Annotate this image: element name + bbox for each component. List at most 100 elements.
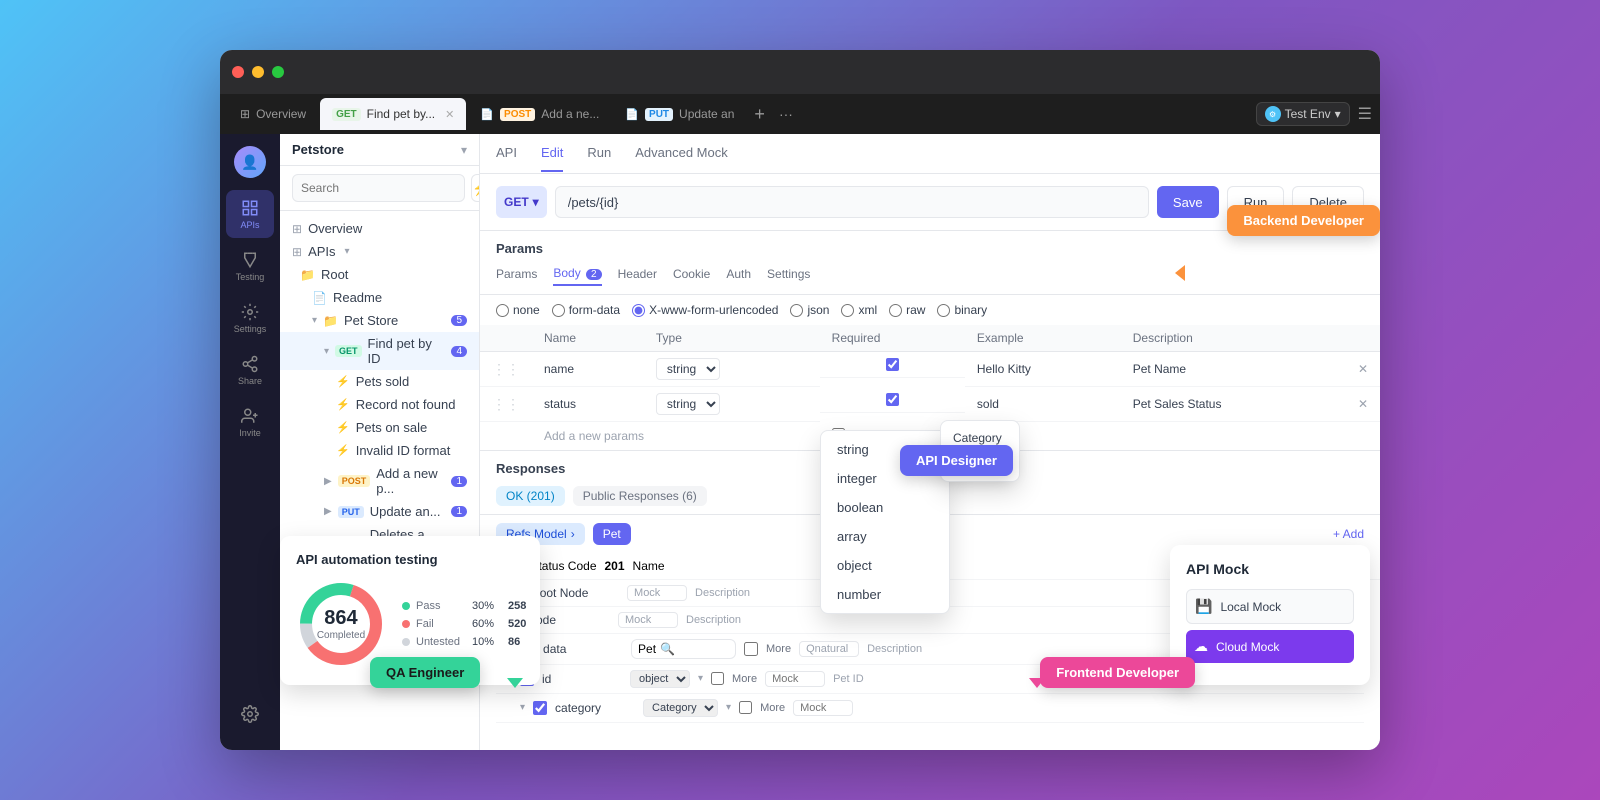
more-cat-checkbox[interactable] [739, 701, 752, 714]
mock-data[interactable] [799, 641, 859, 657]
response-tab-201[interactable]: OK (201) [496, 486, 565, 506]
tab-put-update[interactable]: 📄 PUT Update an [613, 98, 746, 130]
tab-post-label: Add a ne... [541, 107, 599, 121]
tree-item-record-not-found[interactable]: ⚡ Record not found [280, 393, 479, 416]
badge-api-designer: API Designer [900, 445, 1013, 476]
tab-edit[interactable]: Edit [541, 145, 563, 172]
tab-advanced-mock[interactable]: Advanced Mock [635, 145, 728, 172]
row-close-icon[interactable]: ✕ [1358, 362, 1368, 376]
response-icon4: ⚡ [336, 444, 350, 457]
radio-formdata[interactable]: form-data [552, 303, 620, 317]
param-required-name[interactable] [886, 358, 899, 371]
mock-category[interactable] [793, 700, 853, 716]
sidebar-item-apis[interactable]: APIs [226, 190, 274, 238]
more-data-checkbox[interactable] [744, 642, 758, 656]
param-type-status[interactable]: string [656, 393, 720, 415]
tree-item-pets-sold[interactable]: ⚡ Pets sold [280, 370, 479, 393]
response-tab-public[interactable]: Public Responses (6) [573, 486, 707, 506]
radio-xml[interactable]: xml [841, 303, 877, 317]
name-data: data [543, 642, 623, 656]
subtab-header[interactable]: Header [618, 267, 657, 285]
tree-item-overview[interactable]: ⊞ Overview [280, 217, 479, 240]
tab-post-add[interactable]: 📄 POST Add a ne... [468, 98, 611, 130]
sidebar-item-invite[interactable]: Invite [226, 398, 274, 446]
sidebar-item-share[interactable]: Share [226, 346, 274, 394]
subtab-auth[interactable]: Auth [726, 267, 751, 285]
radio-binary[interactable]: binary [937, 303, 987, 317]
tree-item-invalid-id[interactable]: ⚡ Invalid ID format [280, 439, 479, 462]
tab-api[interactable]: API [496, 145, 517, 172]
tree-item-find-pet[interactable]: ▾ GET Find pet by ID 4 [280, 332, 479, 370]
env-selector[interactable]: ⚙ Test Env ▾ [1256, 102, 1350, 126]
radio-raw[interactable]: raw [889, 303, 925, 317]
sidebar-item-gear[interactable] [226, 690, 274, 738]
subtab-body[interactable]: Body 2 [553, 266, 601, 286]
tree-item-root[interactable]: 📁 Root [280, 263, 479, 286]
param-name-name: name [532, 352, 644, 387]
traffic-light-green[interactable] [272, 66, 284, 78]
url-input[interactable] [555, 186, 1149, 218]
cloud-mock-option[interactable]: ☁ Cloud Mock [1186, 630, 1354, 663]
avatar[interactable]: 👤 [234, 146, 266, 178]
param-example-name: Hello Kitty [965, 352, 1121, 387]
tab-find-pet[interactable]: GET Find pet by... ✕ [320, 98, 466, 130]
sidebar-item-testing[interactable]: Testing [226, 242, 274, 290]
mock-id[interactable] [765, 671, 825, 687]
api-mock-title: API Mock [1186, 561, 1354, 577]
radio-none[interactable]: none [496, 303, 540, 317]
name-label: Name [633, 559, 665, 573]
traffic-light-red[interactable] [232, 66, 244, 78]
tab-run[interactable]: Run [587, 145, 611, 172]
type-id[interactable]: object [630, 670, 690, 688]
mock-rootnode[interactable] [627, 585, 687, 601]
param-required-status[interactable] [886, 393, 899, 406]
resp-row-category: ▾ category Category ▾ More [496, 694, 1364, 723]
radio-urlencoded[interactable]: X-www-form-urlencoded [632, 303, 778, 317]
radio-json[interactable]: json [790, 303, 829, 317]
dropdown-boolean[interactable]: boolean [821, 493, 949, 522]
drag-handle2[interactable]: ⋮⋮ [492, 396, 520, 412]
drag-handle[interactable]: ⋮⋮ [492, 361, 520, 377]
search-input[interactable] [292, 174, 465, 202]
legend-fail: Fail 60% 520 [402, 618, 526, 630]
dropdown-object[interactable]: object [821, 551, 949, 580]
more-id-checkbox[interactable] [711, 672, 724, 685]
type-category[interactable]: Category [643, 699, 718, 717]
tree-item-post-add[interactable]: ▶ POST Add a new p... 1 [280, 462, 479, 500]
tab-overview[interactable]: ⊞ Overview [228, 98, 318, 130]
put-update-method-badge: PUT [338, 506, 364, 518]
badge-backend-developer: Backend Developer [1227, 205, 1380, 236]
tree-item-readme[interactable]: 📄 Readme [280, 286, 479, 309]
dropdown-number[interactable]: number [821, 580, 949, 609]
filter-button[interactable]: ⚡ [471, 174, 480, 202]
add-response-button[interactable]: + Add [1333, 527, 1364, 541]
pet-search-input[interactable] [679, 642, 729, 656]
local-mock-option[interactable]: 💾 Local Mock [1186, 589, 1354, 624]
tree-item-apis[interactable]: ⊞ APIs ▾ [280, 240, 479, 263]
menu-icon[interactable]: ☰ [1358, 104, 1372, 124]
tree-pets-sold-label: Pets sold [356, 374, 409, 389]
sidebar-item-settings[interactable]: Settings [226, 294, 274, 342]
tab-close-icon[interactable]: ✕ [445, 108, 454, 121]
mock-code[interactable] [618, 612, 678, 628]
traffic-light-yellow[interactable] [252, 66, 264, 78]
row-close-icon2[interactable]: ✕ [1358, 397, 1368, 411]
tree-item-pets-on-sale[interactable]: ⚡ Pets on sale [280, 416, 479, 439]
expand-category[interactable]: ▾ [520, 702, 525, 713]
checkbox-category[interactable] [533, 701, 547, 715]
method-selector[interactable]: GET ▾ [496, 186, 547, 218]
tab-add-button[interactable]: + [748, 104, 771, 125]
pet-search-bar[interactable]: Pet 🔍 [631, 639, 736, 659]
subtab-params[interactable]: Params [496, 267, 537, 285]
tab-more-button[interactable]: ··· [773, 106, 799, 122]
save-button[interactable]: Save [1157, 186, 1219, 218]
tree-item-put-update[interactable]: ▶ PUT Update an... 1 [280, 500, 479, 523]
dropdown-array[interactable]: array [821, 522, 949, 551]
subtab-settings[interactable]: Settings [767, 267, 810, 285]
subtab-cookie[interactable]: Cookie [673, 267, 710, 285]
param-type-name[interactable]: string [656, 358, 720, 380]
tree-item-petstore[interactable]: ▾ 📁 Pet Store 5 [280, 309, 479, 332]
project-chevron-icon[interactable]: ▾ [461, 143, 467, 157]
post-add-chevron: ▶ [324, 476, 332, 487]
pet-button[interactable]: Pet [593, 523, 631, 545]
